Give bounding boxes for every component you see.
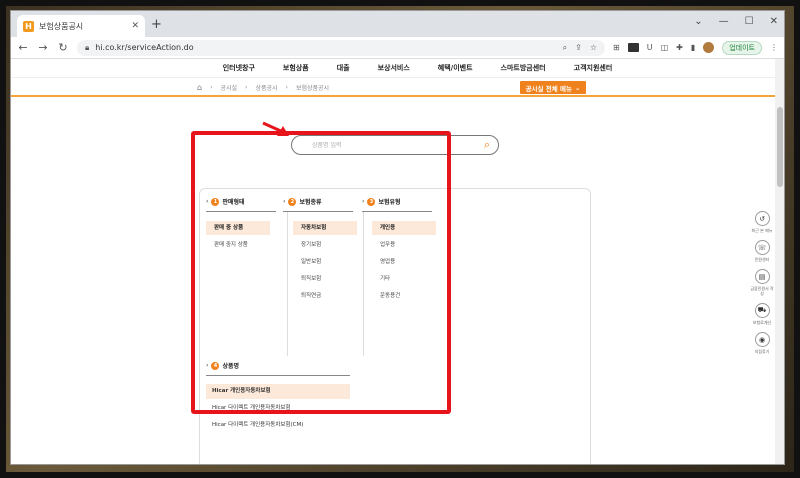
extension-icon[interactable]: ⊞ — [613, 43, 620, 52]
location-icon: ◉ — [754, 332, 770, 347]
history-icon: ↺ — [754, 211, 770, 226]
search-icon[interactable]: ⌕ — [484, 138, 490, 152]
omnibox-icons: ⌕ ⇪ ☆ — [563, 43, 597, 53]
quick-menu-label: 민원센터 — [754, 257, 770, 262]
breadcrumb-separator: › — [210, 84, 213, 91]
quick-menu: ↺ 최근 본 메뉴 ☏ 민원센터 ▤ 금융민원서 작성 ⛟ 보험료계산 ◉ 지점… — [749, 211, 775, 354]
gnb-item[interactable]: 혜택/이벤트 — [438, 63, 473, 73]
browser-window: H 보험상품공시 ✕ + ⌄ — ☐ ✕ ← → ↻ 🔒︎ hi.co.kr/s… — [10, 10, 785, 465]
quick-menu-item[interactable]: ↺ 최근 본 메뉴 — [749, 211, 775, 233]
close-icon[interactable]: ✕ — [131, 21, 139, 31]
tab-title: 보험상품공시 — [39, 21, 84, 31]
quick-menu-label: 최근 본 메뉴 — [751, 228, 773, 233]
quick-menu-item[interactable]: ⛟ 보험료계산 — [749, 303, 775, 325]
gnb-item[interactable]: 인터넷창구 — [223, 63, 255, 73]
red-highlight-box — [191, 131, 451, 414]
sidepanel-icon[interactable]: ▮ — [691, 43, 695, 52]
product-item[interactable]: Hicar 다이렉트 개인용자동차보험(CM) — [206, 418, 350, 433]
gnb-item[interactable]: 보험상품 — [283, 63, 309, 73]
breadcrumb-separator: › — [285, 84, 288, 91]
gnb-item[interactable]: 보상서비스 — [378, 63, 410, 73]
all-menu-label: 공시실 전체 메뉴 — [525, 84, 572, 93]
forward-icon[interactable]: → — [37, 41, 49, 54]
camera-icon[interactable]: ◫ — [661, 43, 669, 52]
maximize-icon[interactable]: ☐ — [745, 16, 754, 27]
chevron-down-icon: ⌄ — [574, 83, 581, 92]
update-button[interactable]: 업데이트 — [722, 40, 762, 55]
window-controls: ⌄ — ☐ ✕ — [694, 16, 778, 27]
back-icon[interactable]: ← — [17, 41, 29, 54]
tab-strip: H 보험상품공시 ✕ + ⌄ — ☐ ✕ — [11, 11, 784, 37]
share-icon[interactable]: ⇪ — [575, 43, 582, 53]
reload-icon[interactable]: ↻ — [57, 41, 69, 54]
quick-menu-item[interactable]: ☏ 민원센터 — [749, 240, 775, 262]
browser-toolbar: ← → ↻ 🔒︎ hi.co.kr/serviceAction.do ⌕ ⇪ ☆… — [11, 37, 784, 59]
quick-menu-label: 지점찾기 — [754, 349, 770, 354]
gnb-item[interactable]: 대출 — [337, 63, 350, 73]
chat-icon: ☏ — [754, 240, 770, 255]
breadcrumb-item[interactable]: 보험상품공시 — [296, 83, 329, 92]
zoom-icon[interactable]: ⌕ — [563, 43, 567, 53]
breadcrumb-item[interactable]: 공시실 — [220, 83, 237, 92]
document-icon: ▤ — [754, 269, 770, 284]
more-icon[interactable]: ⋮ — [770, 43, 778, 52]
star-icon[interactable]: ☆ — [590, 43, 597, 53]
sub-bar: ⌂ › 공시실 › 상품공시 › 보험상품공시 공시실 전체 메뉴 ⌄ — [11, 77, 784, 97]
lock-icon[interactable]: 🔒︎ — [85, 43, 89, 53]
url-text: hi.co.kr/serviceAction.do — [95, 43, 194, 52]
new-tab-icon[interactable]: + — [151, 17, 162, 32]
avatar[interactable] — [703, 42, 715, 53]
quick-menu-label: 금융민원서 작성 — [750, 286, 774, 296]
favicon-icon: H — [23, 20, 34, 32]
breadcrumb-item[interactable]: 상품공시 — [255, 83, 277, 92]
chevron-down-icon[interactable]: ⌄ — [694, 16, 702, 27]
address-bar[interactable]: 🔒︎ hi.co.kr/serviceAction.do ⌕ ⇪ ☆ — [77, 39, 605, 56]
all-menu-button[interactable]: 공시실 전체 메뉴 ⌄ — [520, 81, 586, 94]
puzzle-icon[interactable]: ✚ — [676, 43, 683, 52]
minimize-icon[interactable]: — — [719, 16, 729, 27]
close-window-icon[interactable]: ✕ — [770, 16, 778, 27]
breadcrumb: ⌂ › 공시실 › 상품공시 › 보험상품공시 — [197, 83, 329, 92]
terminal-icon[interactable] — [627, 43, 639, 52]
browser-tab[interactable]: H 보험상품공시 ✕ — [17, 15, 145, 37]
scrollbar-thumb[interactable] — [777, 107, 783, 187]
gnb-item[interactable]: 스마트방금센터 — [501, 63, 546, 73]
quick-menu-item[interactable]: ▤ 금융민원서 작성 — [749, 269, 775, 296]
quick-menu-label: 보험료계산 — [752, 320, 772, 325]
main-navigation: 인터넷창구 보험상품 대출 보상서비스 혜택/이벤트 스마트방금센터 고객지원센… — [11, 59, 784, 77]
extensions: ⊞ U ◫ ✚ ▮ 업데이트 ⋮ — [613, 40, 778, 55]
car-icon: ⛟ — [754, 303, 770, 318]
breadcrumb-separator: › — [245, 84, 248, 91]
home-icon[interactable]: ⌂ — [197, 83, 202, 92]
gnb-item[interactable]: 고객지원센터 — [574, 63, 613, 73]
quick-menu-item[interactable]: ◉ 지점찾기 — [749, 332, 775, 354]
page-scrollbar[interactable] — [775, 59, 784, 464]
u-extension-icon[interactable]: U — [647, 43, 653, 52]
